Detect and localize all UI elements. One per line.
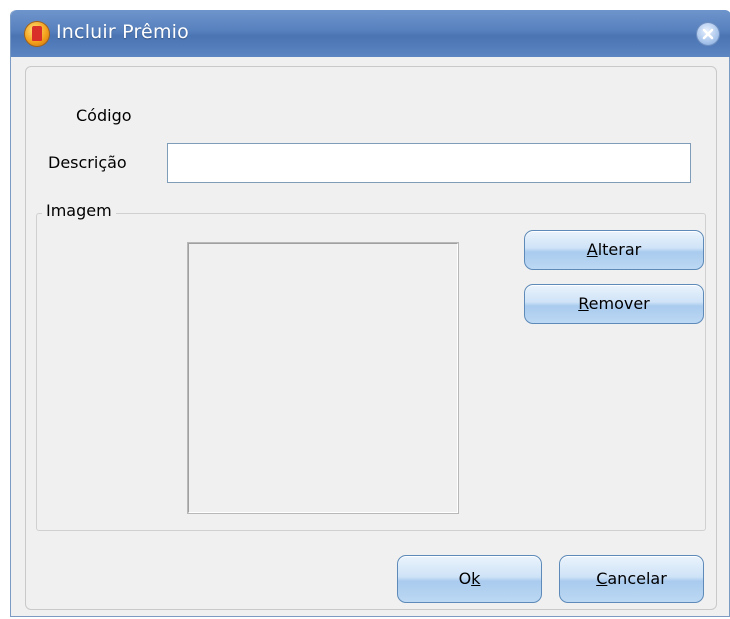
codigo-label: Código bbox=[76, 106, 132, 125]
close-icon[interactable] bbox=[697, 23, 719, 45]
descricao-input[interactable] bbox=[167, 143, 691, 183]
alterar-mnemonic: A bbox=[586, 240, 598, 259]
alterar-label: lterar bbox=[597, 240, 642, 259]
imagem-group-label: Imagem bbox=[42, 201, 116, 220]
image-preview bbox=[187, 242, 459, 514]
title-bar[interactable]: Incluir Prêmio bbox=[11, 10, 730, 57]
alterar-button[interactable]: Alterar bbox=[524, 230, 704, 270]
ok-label-start: O bbox=[458, 569, 472, 588]
remover-label: emover bbox=[588, 294, 650, 313]
remover-button[interactable]: Remover bbox=[524, 284, 704, 324]
cancelar-mnemonic: C bbox=[596, 569, 608, 588]
window-title: Incluir Prêmio bbox=[56, 21, 189, 43]
descricao-label: Descrição bbox=[48, 153, 127, 172]
remover-mnemonic: R bbox=[578, 294, 589, 313]
ok-button[interactable]: Ok bbox=[397, 555, 542, 603]
cancelar-button[interactable]: Cancelar bbox=[559, 555, 704, 603]
dialog-window: Incluir Prêmio Código Descrição Imagem A… bbox=[10, 10, 730, 617]
app-logo-icon bbox=[25, 22, 49, 46]
cancelar-label: ancelar bbox=[607, 569, 667, 588]
dialog-content: Código Descrição Imagem Alterar Remover … bbox=[25, 66, 717, 610]
ok-mnemonic: k bbox=[471, 569, 481, 588]
